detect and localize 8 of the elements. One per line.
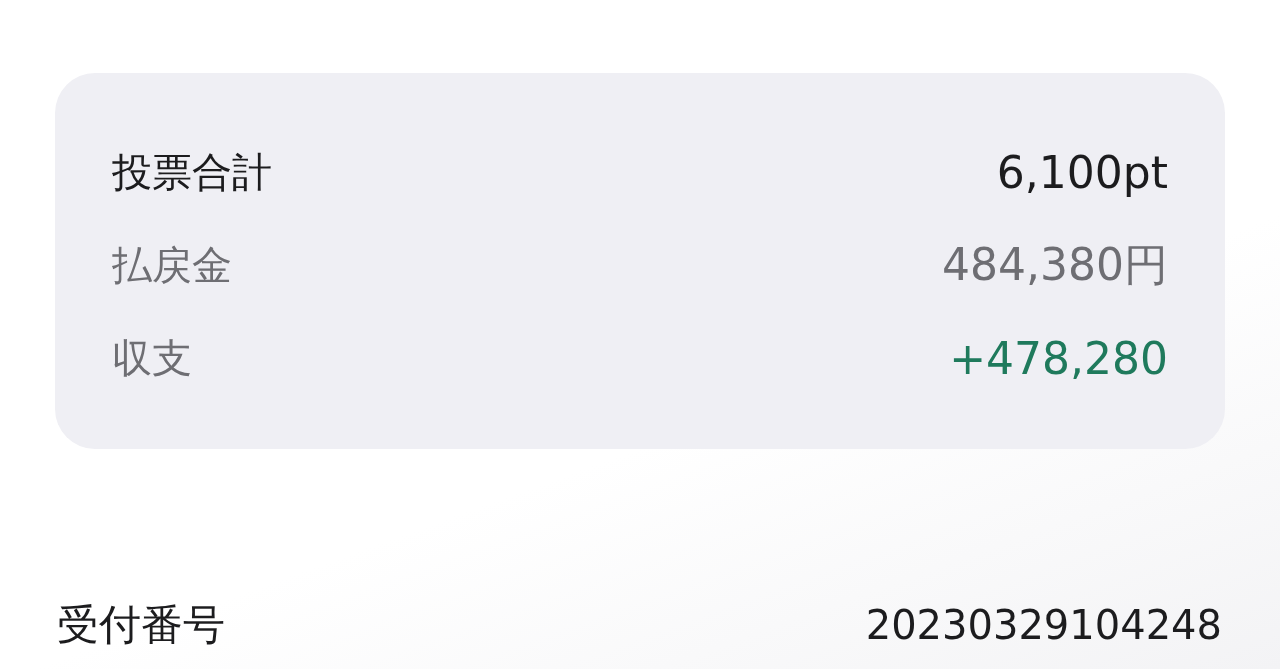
- row-value: 6,100pt: [996, 147, 1168, 198]
- row-label: 投票合計: [112, 148, 272, 197]
- row-value: 484,380円: [942, 238, 1168, 292]
- receipt-label: 受付番号: [57, 598, 225, 651]
- row-value: +478,280: [949, 333, 1168, 384]
- row-label: 収支: [112, 334, 192, 383]
- row-label: 払戻金: [112, 241, 232, 290]
- receipt-number: 20230329104248: [865, 601, 1222, 648]
